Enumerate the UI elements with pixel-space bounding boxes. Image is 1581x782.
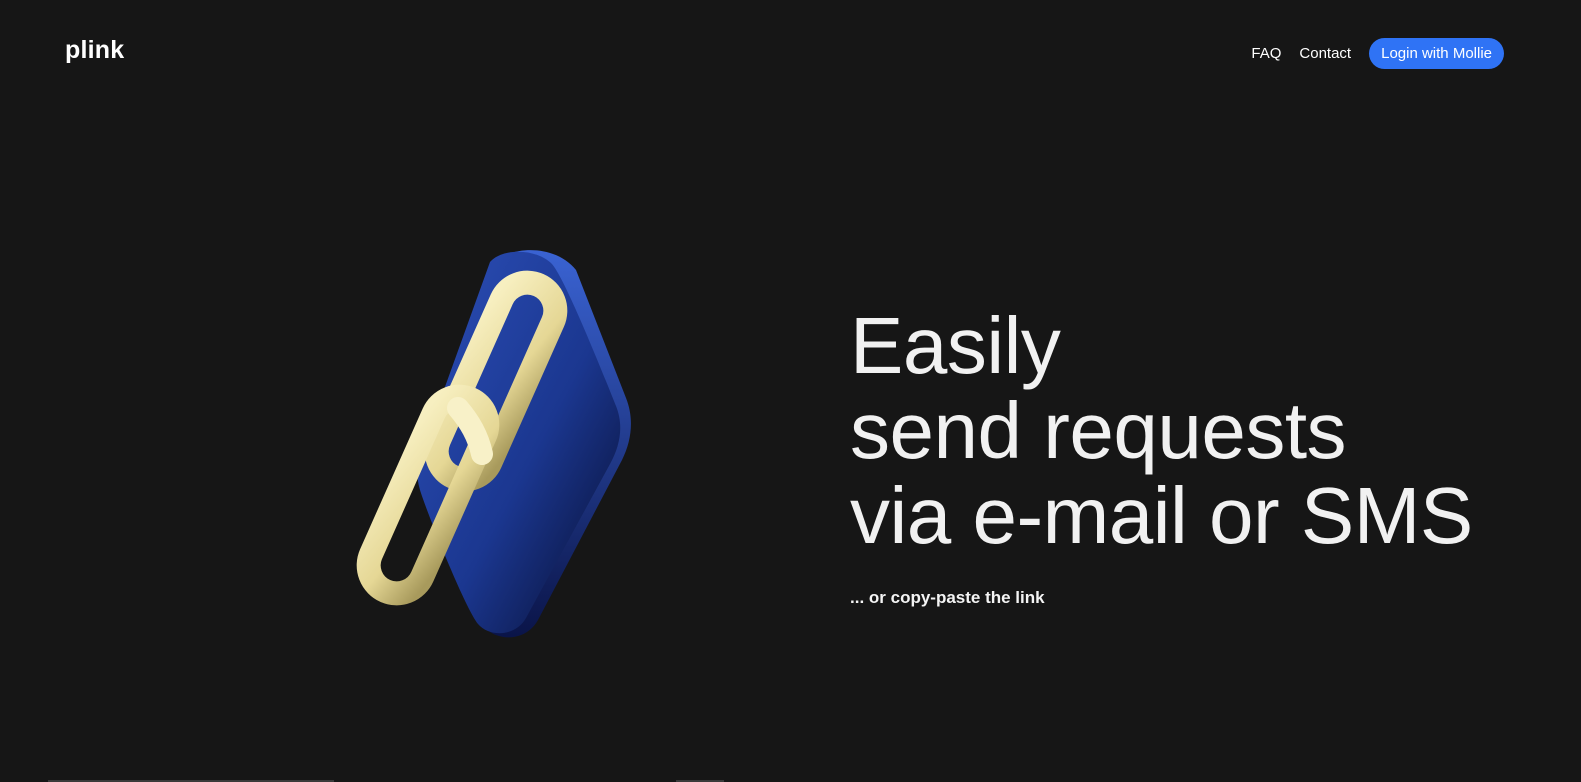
headline-line-1: Easily <box>850 301 1061 390</box>
chain-link-illustration <box>340 240 660 650</box>
headline-line-3: via e-mail or SMS <box>850 471 1473 560</box>
hero-copy: Easily send requests via e-mail or SMS .… <box>850 303 1473 608</box>
hero-subline: ... or copy-paste the link <box>850 588 1045 607</box>
plink-logo[interactable]: plink <box>65 36 124 65</box>
chain-link-icon <box>356 250 631 638</box>
hero-headline: Easily send requests via e-mail or SMS <box>850 303 1473 558</box>
login-with-mollie-button[interactable]: Login with Mollie <box>1369 38 1504 69</box>
nav-contact-link[interactable]: Contact <box>1299 38 1351 69</box>
nav-faq-link[interactable]: FAQ <box>1251 38 1281 69</box>
headline-line-2: send requests <box>850 386 1347 475</box>
top-nav: FAQ Contact Login with Mollie <box>1251 38 1504 69</box>
